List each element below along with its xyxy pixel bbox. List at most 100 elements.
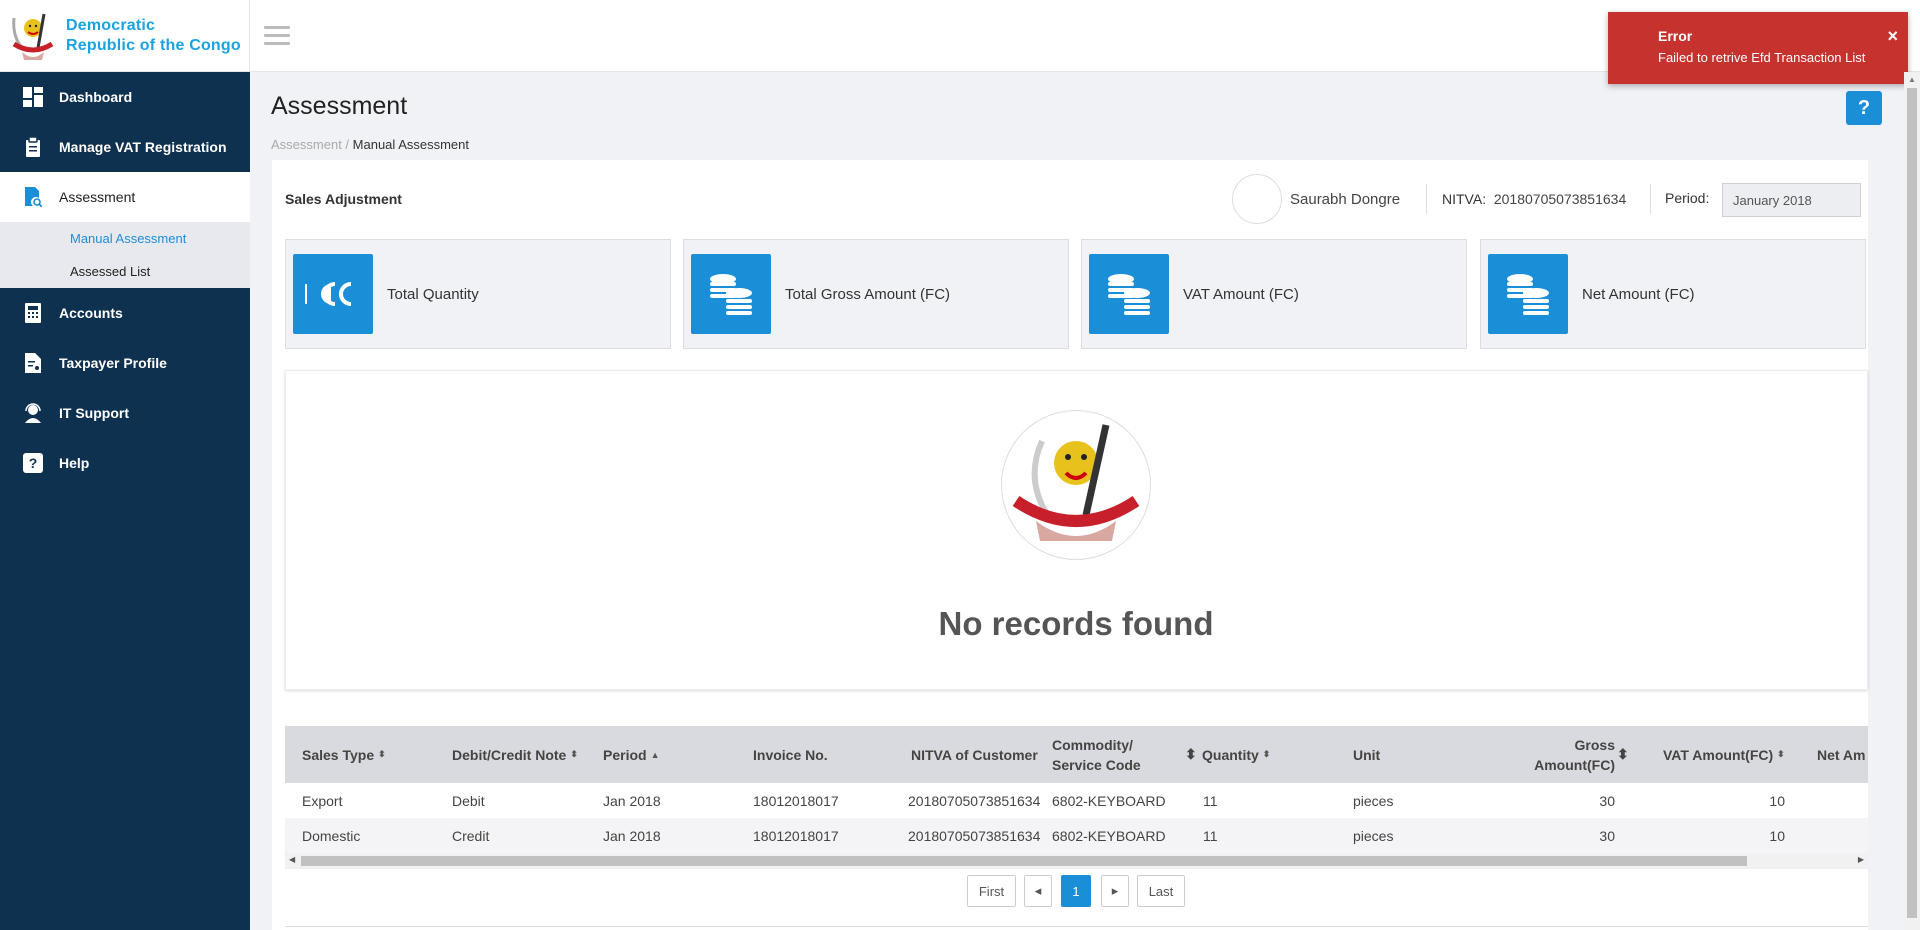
column-header-sales-type[interactable]: Sales Type ⬍ [302, 726, 386, 783]
scrollbar-thumb[interactable] [1907, 88, 1917, 918]
cell-commodity-code: 6802-KEYBOARD [1052, 792, 1166, 809]
stat-label: VAT Amount (FC) [1183, 285, 1299, 303]
breadcrumb-separator: / [341, 137, 353, 152]
nitva-display: NITVA: 20180705073851634 [1442, 191, 1626, 207]
scrollbar-thumb[interactable] [301, 856, 1747, 866]
sidebar-item-manage-vat-registration[interactable]: Manage VAT Registration [0, 122, 250, 172]
scroll-left-icon[interactable]: ◀ [289, 855, 295, 864]
cell-quantity: 11 [1203, 792, 1218, 809]
stat-vat-amount: VAT Amount (FC) [1081, 239, 1467, 349]
stat-label: Total Quantity [387, 285, 479, 303]
cell-gross-amount: 30 [1599, 792, 1615, 809]
sidebar-item-label: Taxpayer Profile [59, 355, 167, 371]
help-button[interactable]: ? [1846, 91, 1882, 125]
scroll-right-icon[interactable]: ▶ [1858, 855, 1864, 864]
sort-asc-icon[interactable]: ▲ [651, 750, 660, 760]
breadcrumb: Assessment / Manual Assessment [271, 137, 469, 152]
period-field[interactable] [1722, 183, 1861, 217]
coins-icon [1089, 254, 1169, 334]
sidebar-item-label: Assessment [59, 189, 136, 205]
sidebar-item-it-support[interactable]: IT Support [0, 388, 250, 438]
transactions-table: Sales Type ⬍ Debit/Credit Note ⬍ Period ▲ I… [285, 726, 1868, 869]
prev-page-button[interactable]: ◂ [1024, 875, 1052, 907]
sort-icon[interactable]: ⬍ [1263, 749, 1271, 760]
next-page-button[interactable]: ▸ [1101, 875, 1129, 907]
sidebar-item-label: Dashboard [59, 89, 133, 105]
column-header-quantity[interactable]: Quantity ⬍ [1202, 726, 1270, 783]
cell-quantity: 11 [1203, 827, 1218, 844]
period-label: Period: [1665, 190, 1710, 206]
cell-gross-amount: 30 [1599, 827, 1615, 844]
section-title: Sales Adjustment [285, 191, 402, 207]
no-records-message: No records found [938, 605, 1214, 642]
first-page-button[interactable]: First [967, 875, 1016, 907]
toast-message: Failed to retrive Efd Transaction List [1658, 50, 1866, 65]
column-header-debit-credit-note[interactable]: Debit/Credit Note ⬍ [452, 726, 578, 783]
cell-unit: pieces [1353, 827, 1394, 844]
sidebar-item-label: Help [59, 455, 90, 471]
clipboard-icon [22, 136, 44, 158]
table-row[interactable]: Domestic Credit Jan 2018 18012018017 201… [285, 818, 1868, 853]
menu-toggle-icon[interactable] [264, 26, 290, 46]
table-row[interactable]: Export Debit Jan 2018 18012018017 201807… [285, 783, 1868, 818]
sidebar: Democratic Republic of the Congo Dashboa… [0, 0, 250, 930]
horizontal-scrollbar[interactable]: ◀ ▶ [285, 853, 1868, 869]
stat-label: Total Gross Amount (FC) [785, 285, 951, 303]
svg-text:?: ? [29, 455, 38, 471]
column-header-gross-amount[interactable]: Gross Amount(FC) [1505, 726, 1615, 783]
cell-vat-amount: 10 [1769, 792, 1785, 809]
cell-invoice-no: 18012018017 [753, 827, 839, 844]
column-header-vat-amount[interactable]: VAT Amount(FC) ⬍ [1663, 726, 1785, 783]
sidebar-item-accounts[interactable]: Accounts [0, 288, 250, 338]
cell-unit: pieces [1353, 792, 1394, 809]
nitva-label: NITVA: [1442, 191, 1487, 207]
scroll-up-icon[interactable]: ▲ [1908, 75, 1916, 84]
column-header-period[interactable]: Period ▲ [603, 726, 660, 783]
stat-total-quantity: Total Quantity [285, 239, 671, 349]
sidebar-item-label: Manage VAT Registration [59, 139, 227, 155]
brand[interactable]: Democratic Republic of the Congo [0, 0, 250, 72]
column-header-unit: Unit [1353, 746, 1381, 763]
breadcrumb-root[interactable]: Assessment [271, 137, 342, 152]
sidebar-item-label: IT Support [59, 405, 129, 421]
sort-icon[interactable]: ⬍ [570, 749, 578, 760]
breadcrumb-current: Manual Assessment [352, 137, 469, 152]
sort-icon[interactable]: ⬍ [1777, 749, 1785, 760]
assessment-submenu: Manual Assessment Assessed List [0, 222, 250, 288]
document-search-icon [22, 186, 44, 208]
sidebar-item-dashboard[interactable]: Dashboard [0, 72, 250, 122]
user-name: Saurabh Dongre [1290, 191, 1401, 208]
table-header: Sales Type ⬍ Debit/Credit Note ⬍ Period ▲ I… [285, 726, 1868, 783]
calculator-icon [22, 302, 44, 324]
close-icon[interactable]: × [1887, 26, 1898, 47]
divider [285, 926, 1868, 927]
cell-period: Jan 2018 [603, 827, 661, 844]
vertical-scrollbar[interactable]: ▲ [1904, 72, 1920, 930]
page-title: Assessment [271, 92, 408, 120]
sidebar-item-assessment[interactable]: Assessment [0, 172, 250, 222]
cell-sales-type: Export [302, 792, 343, 809]
quantity-icon [293, 254, 373, 334]
column-header-nitva-of-customer: NITVA of Customer [911, 746, 1038, 763]
column-header-commodity-service-code[interactable]: Commodity/ Service Code [1052, 726, 1141, 783]
nitva-value: 20180705073851634 [1493, 191, 1627, 207]
cell-commodity-code: 6802-KEYBOARD [1052, 827, 1166, 844]
sidebar-item-taxpayer-profile[interactable]: Taxpayer Profile [0, 338, 250, 388]
column-header-invoice-no: Invoice No. [753, 746, 828, 763]
sidebar-nav: Dashboard Manage VAT Registration Assess… [0, 72, 250, 488]
sidebar-item-help[interactable]: ? Help [0, 438, 250, 488]
sort-icon[interactable]: ⬍ [1617, 726, 1629, 783]
sidebar-subitem-assessed-list[interactable]: Assessed List [0, 255, 250, 288]
cell-nitva-of-customer: 20180705073851634 [908, 827, 1041, 844]
cell-period: Jan 2018 [603, 792, 661, 809]
cell-sales-type: Domestic [302, 827, 361, 844]
cell-nitva-of-customer: 20180705073851634 [908, 792, 1041, 809]
coins-icon [1488, 254, 1568, 334]
coat-of-arms-logo [12, 13, 54, 60]
last-page-button[interactable]: Last [1137, 875, 1185, 907]
cell-vat-amount: 10 [1769, 827, 1785, 844]
sort-icon[interactable]: ⬍ [1185, 726, 1197, 783]
page-1-button[interactable]: 1 [1061, 875, 1091, 907]
sort-icon[interactable]: ⬍ [378, 749, 386, 760]
sidebar-subitem-manual-assessment[interactable]: Manual Assessment [0, 222, 250, 255]
